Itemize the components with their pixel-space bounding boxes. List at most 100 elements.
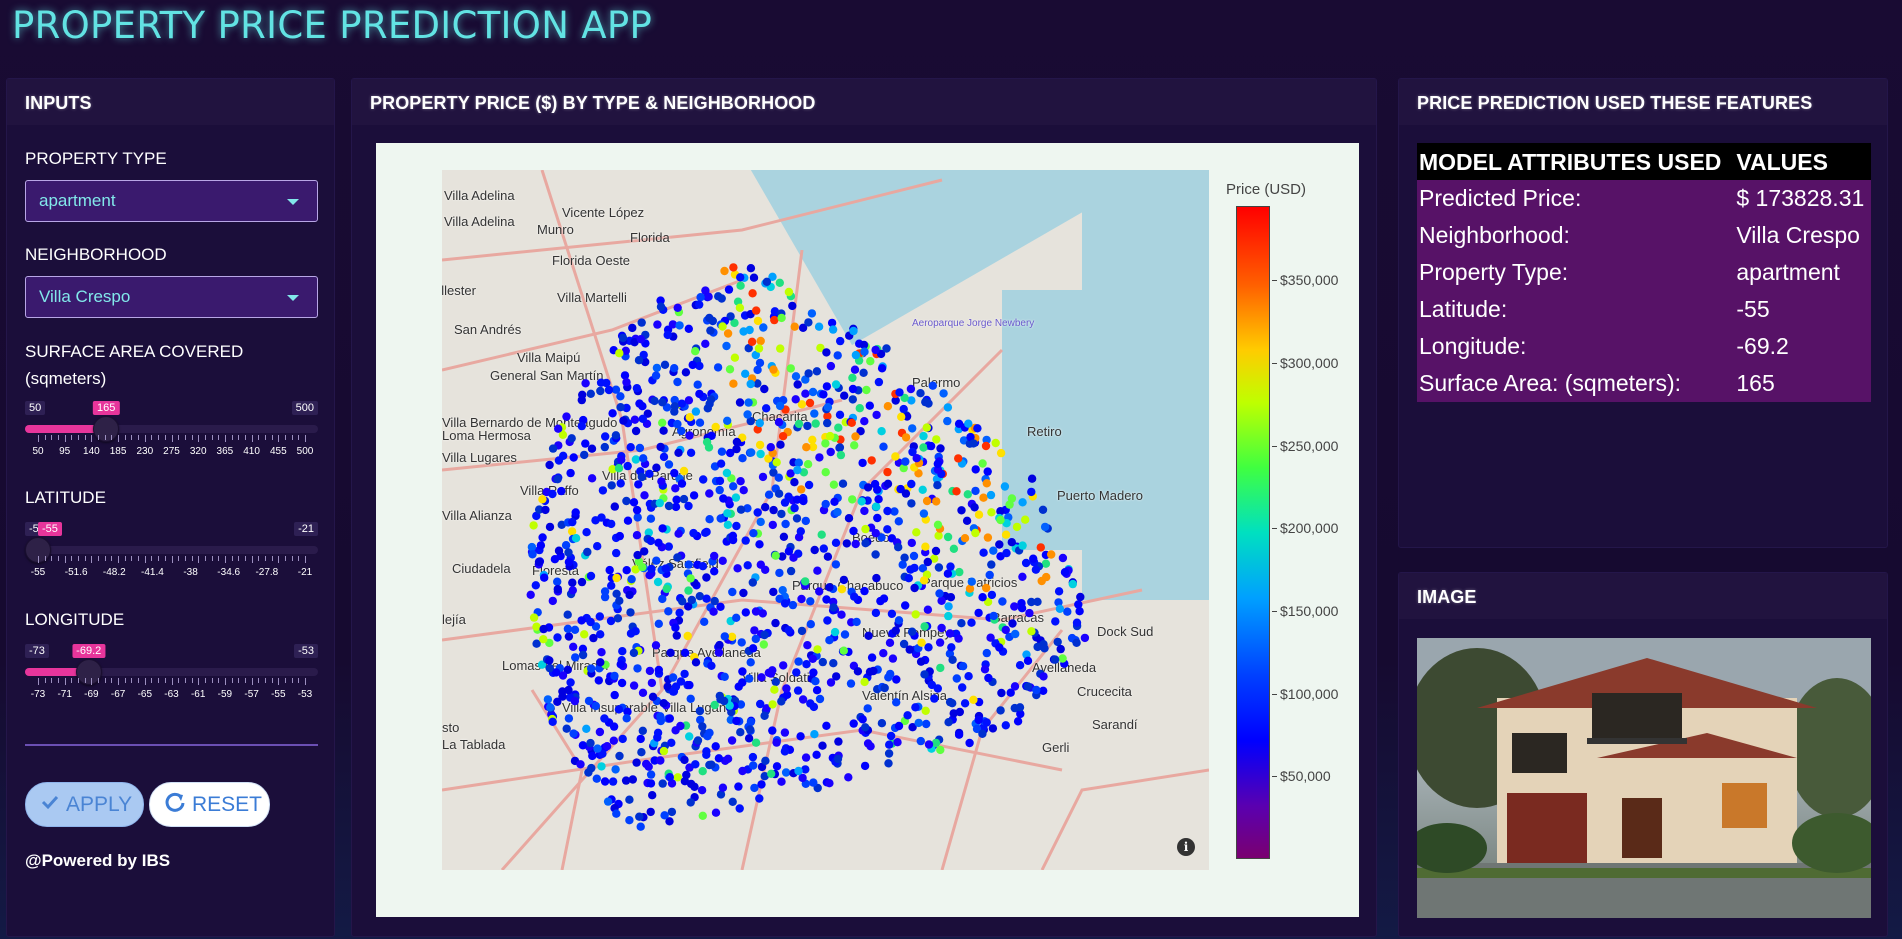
price-point <box>769 365 778 374</box>
slider-tick <box>178 556 180 561</box>
price-point <box>926 441 936 451</box>
price-point <box>580 450 589 460</box>
price-point <box>679 494 689 504</box>
price-point <box>916 389 925 398</box>
price-point <box>829 659 838 668</box>
price-point <box>928 381 937 390</box>
price-point <box>658 594 667 604</box>
price-point <box>673 553 682 562</box>
price-point <box>912 454 921 463</box>
price-point <box>662 584 671 594</box>
price-point <box>848 384 858 394</box>
surface-slider[interactable]: 50 500 165 50 95 140 185 230 275 320 365 410 455 500 <box>25 401 318 461</box>
price-point <box>719 696 729 706</box>
price-point <box>863 704 872 713</box>
price-point <box>748 644 758 653</box>
price-point <box>1075 607 1084 616</box>
price-point <box>648 692 658 701</box>
price-point <box>596 658 605 667</box>
price-point <box>873 513 882 523</box>
price-point <box>991 438 1000 448</box>
price-point <box>626 608 635 617</box>
price-point <box>640 491 649 500</box>
latitude-slider[interactable]: -55 -21 -55 -55 -51.6 -48.2 -41.4 -38 -34.6 -27.8… <box>25 522 318 582</box>
price-point <box>558 692 567 701</box>
price-point <box>602 742 612 751</box>
price-point <box>1001 530 1011 539</box>
price-point <box>545 460 554 470</box>
price-point <box>755 794 764 803</box>
apply-label: APPLY <box>66 792 133 816</box>
price-point <box>1033 597 1042 606</box>
longitude-slider[interactable]: -73 -53 -69.2 -73 -71 -69 -67 -65 -63 -61 -59 -57 -5… <box>25 644 318 704</box>
price-point <box>891 452 900 461</box>
slider-tick <box>158 678 160 683</box>
price-point <box>728 587 737 597</box>
price-point <box>833 351 842 360</box>
colorbar-tick <box>1272 528 1277 530</box>
price-point <box>794 419 804 429</box>
price-point <box>860 347 869 356</box>
price-point <box>883 402 893 411</box>
price-point <box>802 660 811 669</box>
price-point <box>901 489 911 498</box>
price-point <box>973 424 982 433</box>
price-point <box>796 732 805 741</box>
price-point <box>812 686 822 695</box>
price-point <box>921 706 930 715</box>
price-point <box>652 556 661 565</box>
colorbar-tick <box>1272 693 1277 695</box>
price-point <box>700 617 709 626</box>
price-point <box>713 363 723 372</box>
price-point <box>920 670 929 679</box>
price-point <box>904 574 913 583</box>
price-point <box>695 418 705 427</box>
price-point <box>1008 619 1017 628</box>
price-point <box>874 495 883 504</box>
price-point <box>691 347 700 356</box>
price-point <box>695 389 704 399</box>
price-point <box>1032 685 1041 695</box>
price-point <box>974 715 983 725</box>
price-point <box>880 683 889 693</box>
slider-tick <box>144 678 146 685</box>
price-point <box>610 690 619 700</box>
price-point <box>872 410 881 420</box>
property-type-dropdown[interactable]: apartment <box>25 180 318 222</box>
price-point <box>554 456 564 465</box>
scatter-map[interactable]: Villa Adelina Villa Adelina Vicente López M… <box>442 170 1209 870</box>
info-icon[interactable]: i <box>1177 838 1195 856</box>
slider-ticks <box>25 678 318 686</box>
price-point <box>686 694 695 703</box>
price-point <box>909 551 919 561</box>
price-point <box>711 422 720 432</box>
reset-button[interactable]: RESET <box>149 782 270 827</box>
price-point <box>863 483 873 492</box>
price-point <box>681 368 691 377</box>
price-point <box>806 620 815 629</box>
price-point <box>786 364 795 373</box>
neighborhood-dropdown[interactable]: Villa Crespo <box>25 276 318 318</box>
price-point <box>1042 572 1051 582</box>
price-point <box>756 449 765 459</box>
price-point <box>849 326 858 336</box>
price-point <box>536 541 546 550</box>
price-point <box>711 742 720 751</box>
price-point <box>916 736 925 746</box>
price-point <box>1000 482 1010 491</box>
price-point <box>600 592 610 602</box>
price-point <box>617 678 627 688</box>
price-point <box>776 344 785 353</box>
apply-button[interactable]: APPLY <box>25 782 144 827</box>
price-point <box>885 638 895 647</box>
price-point <box>1029 554 1038 563</box>
price-point <box>873 485 882 494</box>
slider-tick <box>278 556 280 563</box>
price-point <box>654 619 663 628</box>
price-point <box>792 514 802 523</box>
price-point <box>777 313 786 323</box>
slider-tick <box>271 556 273 561</box>
price-point <box>931 546 941 556</box>
slider-tick <box>284 678 286 683</box>
price-point <box>838 479 848 488</box>
